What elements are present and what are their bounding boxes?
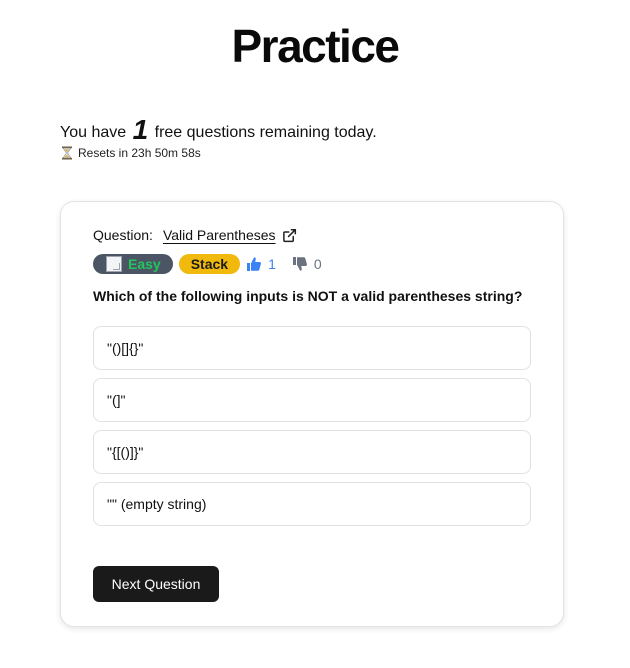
answer-option[interactable]: "{[()]}" bbox=[93, 430, 531, 474]
reset-timer-text: Resets in 23h 50m 58s bbox=[78, 146, 201, 160]
question-link[interactable]: Valid Parentheses bbox=[163, 227, 276, 243]
upvote-count: 1 bbox=[268, 256, 276, 272]
difficulty-badge: Easy bbox=[93, 254, 173, 274]
downvote-button[interactable]: 0 bbox=[292, 256, 322, 272]
image-icon bbox=[106, 256, 122, 272]
page-title: Practice bbox=[231, 20, 400, 72]
topic-badge: Stack bbox=[178, 254, 241, 274]
downvote-count: 0 bbox=[313, 256, 322, 272]
answer-option[interactable]: "(]" bbox=[93, 378, 531, 422]
answer-option[interactable]: "" (empty string) bbox=[93, 482, 531, 526]
thumbs-up-icon bbox=[247, 257, 262, 271]
remaining-count: 1 bbox=[132, 114, 149, 145]
remaining-prefix: You have bbox=[60, 124, 127, 141]
answer-options: "()[]{}" "(]" "{[()]}" "" (empty string) bbox=[93, 326, 531, 534]
hourglass-icon bbox=[60, 146, 74, 160]
answer-option[interactable]: "()[]{}" bbox=[93, 326, 531, 370]
upvote-button[interactable]: 1 bbox=[246, 256, 276, 272]
question-header: Question: Valid Parentheses bbox=[93, 227, 297, 243]
external-link-icon[interactable] bbox=[282, 228, 297, 243]
thumbs-down-icon bbox=[292, 257, 307, 271]
question-prompt: Which of the following inputs is NOT a v… bbox=[93, 288, 523, 304]
reset-timer: Resets in 23h 50m 58s bbox=[60, 144, 201, 162]
remaining-suffix: free questions remaining today. bbox=[154, 124, 377, 141]
difficulty-label: Easy bbox=[128, 256, 161, 272]
next-question-button[interactable]: Next Question bbox=[93, 566, 219, 602]
question-tags: Easy Stack 1 0 bbox=[93, 254, 322, 274]
question-label: Question: bbox=[93, 227, 153, 243]
question-card: Question: Valid Parentheses Easy Stack 1 bbox=[60, 201, 564, 627]
